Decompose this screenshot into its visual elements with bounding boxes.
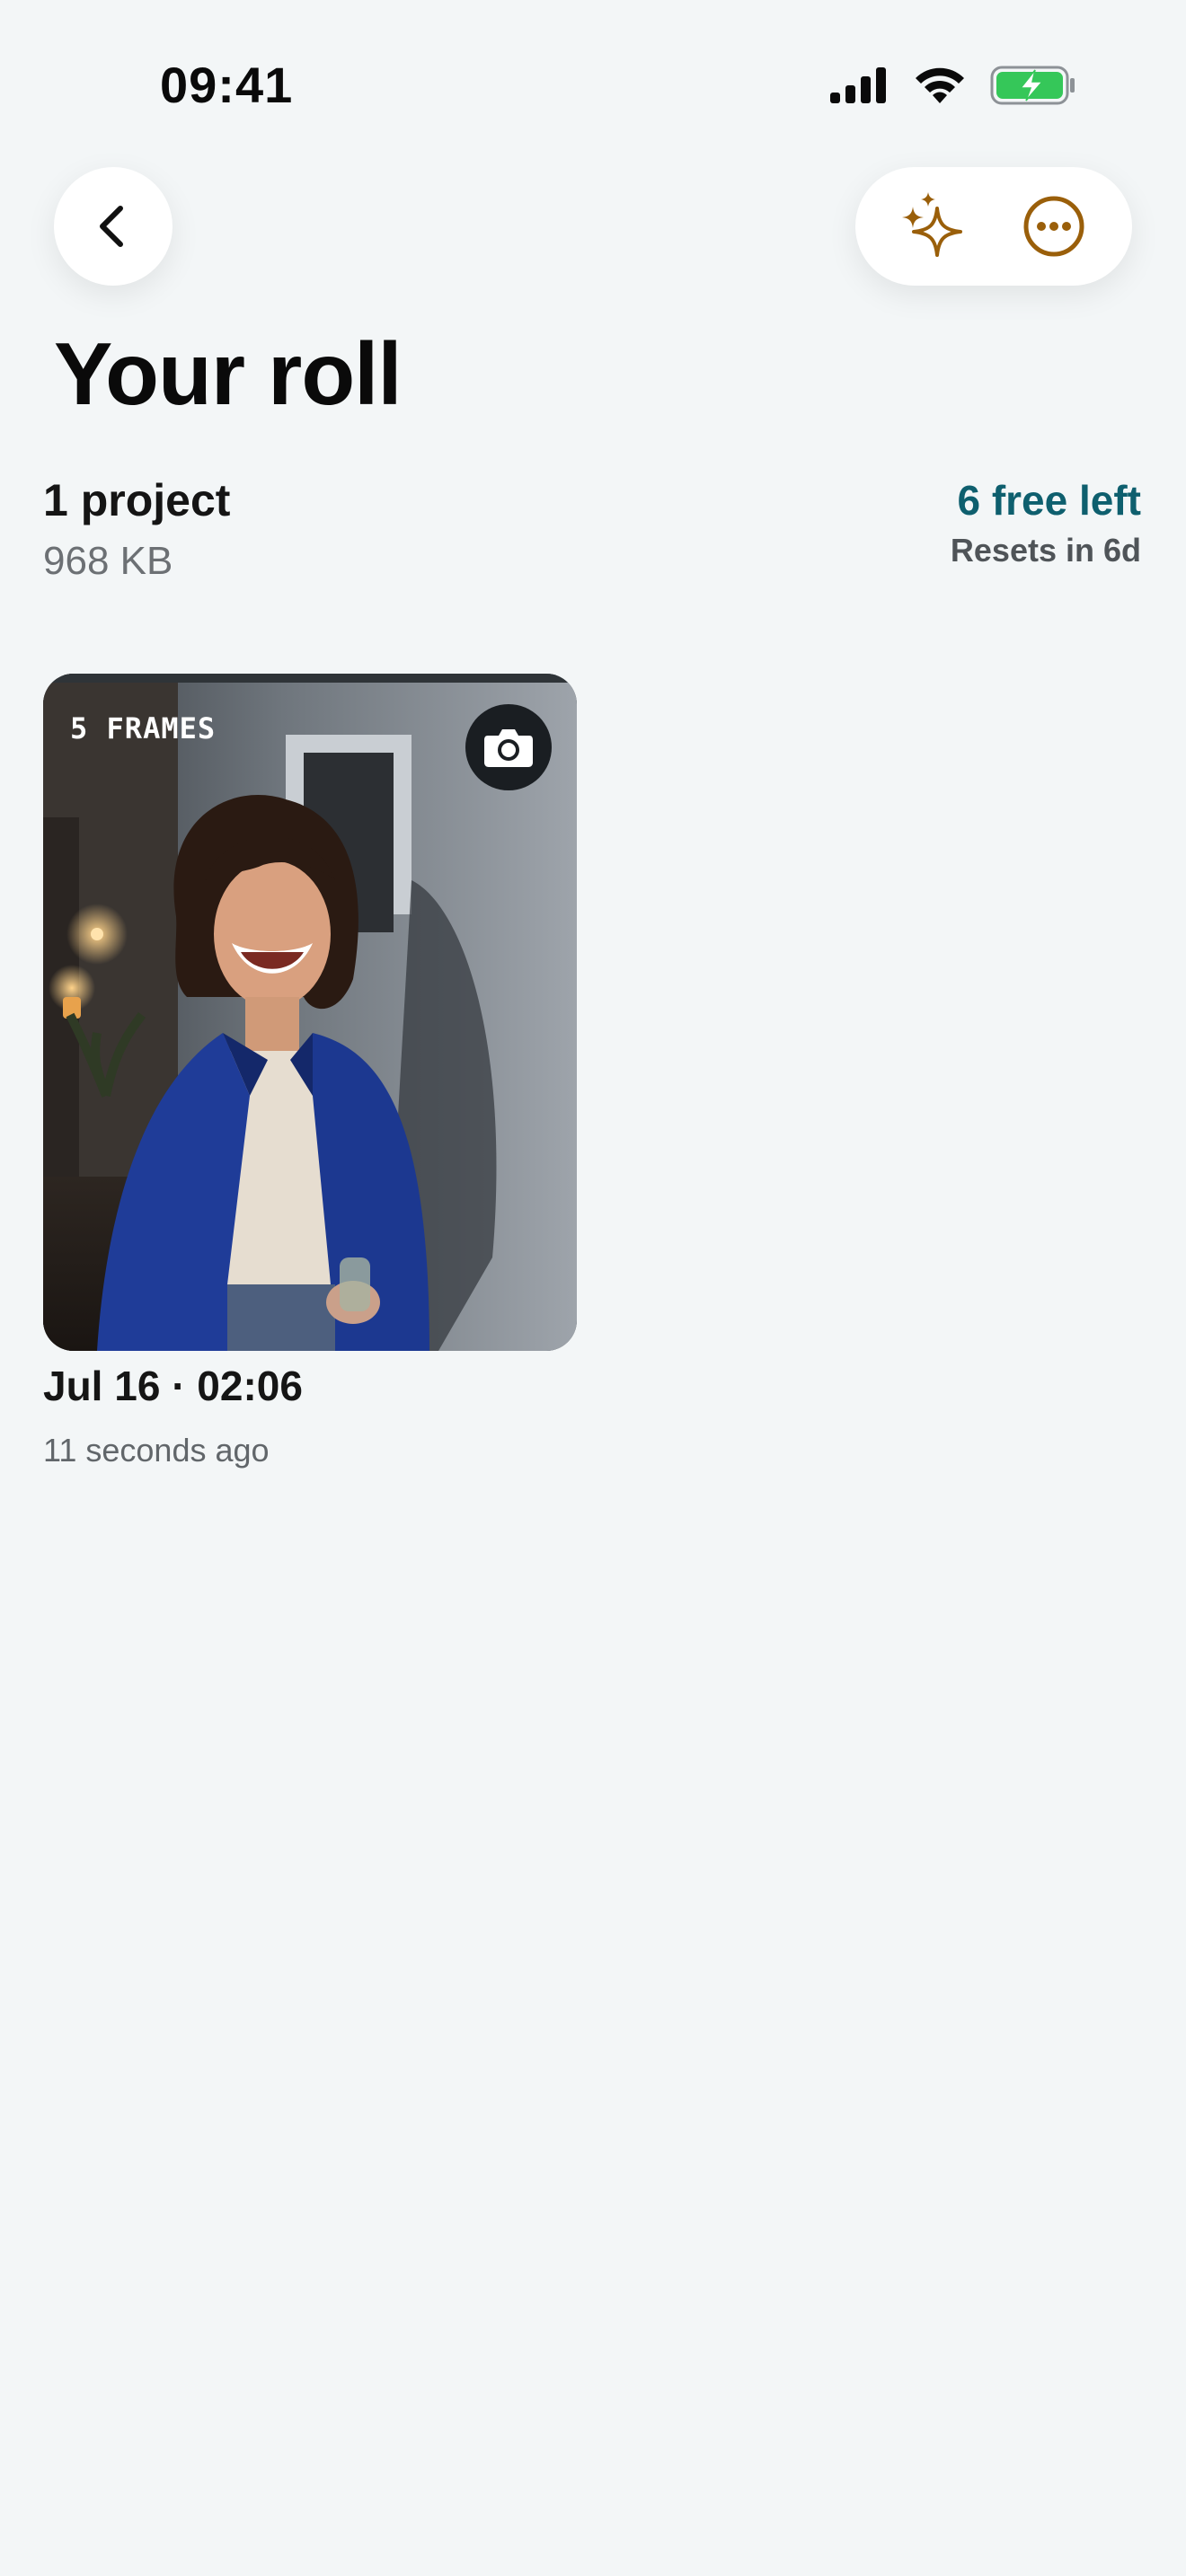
more-options-button[interactable]: [1005, 177, 1103, 276]
project-card[interactable]: 5 FRAMES: [43, 674, 577, 1351]
wifi-icon: [916, 67, 964, 103]
back-button[interactable]: [54, 167, 173, 286]
actions-pill: [855, 167, 1132, 286]
project-count: 1 project: [43, 475, 231, 525]
storage-size: 968 KB: [43, 539, 173, 583]
camera-icon: [484, 729, 533, 767]
project-time-ago: 11 seconds ago: [43, 1432, 270, 1469]
ai-enhance-button[interactable]: [884, 177, 983, 276]
page-title: Your roll: [54, 324, 403, 423]
chevron-left-icon: [100, 206, 123, 247]
sparkles-icon: [902, 192, 962, 257]
status-time: 09:41: [160, 57, 294, 113]
signal-icon: [830, 67, 886, 103]
project-date: Jul 16 · 02:06: [43, 1363, 303, 1409]
status-icons: [828, 65, 1076, 106]
credits-reset-label: Resets in 6d: [950, 532, 1141, 569]
free-credits-left[interactable]: 6 free left: [957, 476, 1141, 525]
battery-charging-icon: [990, 66, 1075, 105]
frames-count-label: 5 FRAMES: [70, 711, 217, 745]
camera-badge[interactable]: [465, 704, 552, 790]
ellipsis-circle-icon: [1023, 196, 1084, 257]
